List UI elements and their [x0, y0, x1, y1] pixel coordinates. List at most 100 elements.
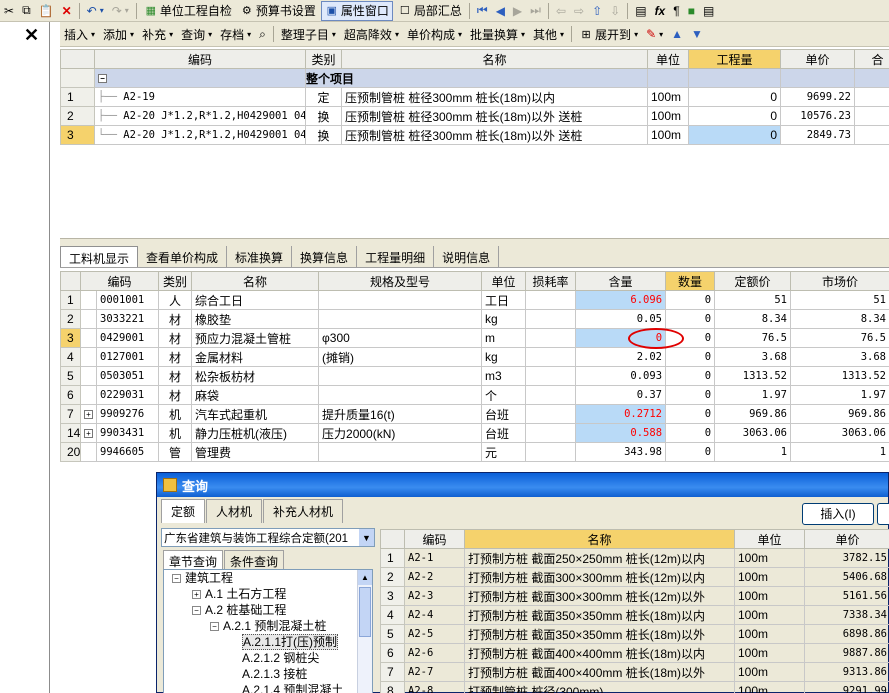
col-code[interactable]: 编码 [94, 49, 306, 69]
col-loss[interactable]: 损耗率 [525, 271, 577, 291]
paint-icon[interactable]: ✎ ▾ [643, 24, 666, 44]
arrow-left-icon[interactable]: ⇦ [553, 1, 569, 21]
quota-row[interactable]: 8 A2-8 打预制管桩 桩径(300mm) 100m 9291.99 [380, 681, 889, 693]
height-reduction-menu[interactable]: 超高降效 ▾ [341, 24, 402, 44]
add-menu[interactable]: 添加 ▾ [100, 24, 137, 44]
col-code[interactable]: 编码 [79, 271, 160, 291]
calculator-icon[interactable]: ▤ [632, 1, 649, 21]
cut-icon[interactable]: ✂ [1, 1, 17, 21]
table-row[interactable]: 6 0229031 材麻袋个 0.37 0 1.97 1.97 [60, 385, 889, 405]
splitter[interactable] [60, 238, 889, 246]
scroll-up-icon[interactable]: ▲ [358, 570, 372, 585]
expand-toggle[interactable]: + [84, 410, 93, 420]
tree-node[interactable]: A.2.1.4 预制混凝土 [164, 682, 372, 693]
tab-standard-conversion[interactable]: 标准换算 [227, 246, 293, 267]
quota-row[interactable]: 1 A2-1 打预制方桩 截面250×250mm 桩长(12m)以内 100m 3782… [380, 548, 889, 568]
table-row[interactable]: 5 0503051 材松杂板枋材 m3 0.093 0 1313.52 1313.52 [60, 366, 889, 386]
tab-unit-price[interactable]: 查看单价构成 [138, 246, 228, 267]
property-window-button[interactable]: ▣ 属性窗口 [320, 0, 393, 21]
col-type[interactable]: 类别 [305, 49, 342, 69]
table-row[interactable]: 1 0001001 人综合工日 工日 6.096 0 51 51 [60, 290, 889, 310]
copy-icon[interactable]: ⧉ [19, 1, 34, 21]
quota-row[interactable]: 3 A2-3 打预制方桩 截面300×300mm 桩长(12m)以外 100m 5161… [380, 586, 889, 606]
tab-description[interactable]: 说明信息 [434, 246, 500, 267]
tree-node[interactable]: − 建筑工程 [164, 570, 372, 586]
redo-icon[interactable]: ↷ ▾ [109, 1, 132, 21]
tab-materials[interactable]: 工料机显示 [60, 246, 139, 267]
library-select[interactable]: 广东省建筑与装饰工程综合定额(201 ▼ [161, 528, 375, 547]
col-market-price[interactable]: 市场价 [790, 271, 889, 291]
collapse-toggle[interactable]: − [98, 74, 107, 84]
cube-icon[interactable]: ■ [685, 1, 698, 21]
col-name[interactable]: 名称 [341, 49, 648, 69]
expand-to-menu[interactable]: ⊞ 展开到 ▾ [576, 24, 641, 44]
budget-settings-button[interactable]: ⚙ 预算书设置 [237, 1, 319, 21]
dialog-titlebar[interactable]: 查询 [157, 473, 888, 497]
table-row[interactable]: 2 ├── A2-20 J*1.2,R*1.2,H0429001 04 换 压预… [60, 106, 889, 126]
partial-summary-toggle[interactable]: ☐ 局部汇总 [395, 1, 465, 21]
col-content[interactable]: 含量 [575, 271, 667, 291]
chevron-down-icon[interactable]: ▼ [359, 529, 374, 546]
col-quota-price[interactable]: 定额价 [714, 271, 792, 291]
close-icon[interactable]: ✕ [24, 25, 39, 46]
quota-row[interactable]: 5 A2-5 打预制方桩 截面350×350mm 桩长(18m)以外 100m 6898… [380, 624, 889, 644]
table-row[interactable]: 20 9946605 管管理费元 343.98 0 1 1 [60, 442, 889, 462]
insert-menu[interactable]: 插入 ▾ [61, 24, 98, 44]
organize-menu[interactable]: 整理子目 ▾ [278, 24, 339, 44]
scroll-thumb[interactable] [359, 587, 371, 637]
col-amount[interactable]: 数量 [665, 271, 716, 291]
tree-node-selected[interactable]: A.2.1.1打(压)预制 [164, 634, 372, 650]
arrow-down-icon[interactable]: ⇩ [607, 1, 623, 21]
move-up-icon[interactable]: ▲ [668, 24, 686, 44]
col-name[interactable]: 名称 [191, 271, 320, 291]
delete-icon[interactable]: ✕ [59, 1, 75, 21]
tree-node[interactable]: A.2.1.3 接桩 [164, 666, 372, 682]
tab-labor-material[interactable]: 人材机 [206, 499, 263, 523]
batch-convert-menu[interactable]: 批量换算 ▾ [467, 24, 528, 44]
col-quantity[interactable]: 工程量 [688, 49, 781, 69]
col-total[interactable]: 合 [854, 49, 889, 69]
table-row[interactable]: 2 3033221 材橡胶垫 kg 0.05 0 8.34 8.34 [60, 309, 889, 329]
first-icon[interactable]: ⏮ [474, 1, 491, 21]
quota-row[interactable]: 2 A2-2 打预制方桩 截面300×300mm 桩长(12m)以内 100m 5406… [380, 567, 889, 587]
tree-node[interactable]: − A.2.1 预制混凝土桩 [164, 618, 372, 634]
col-unit[interactable]: 单位 [647, 49, 689, 69]
formula-icon[interactable]: fx [652, 1, 669, 21]
tree-node[interactable]: + A.1 土石方工程 [164, 586, 372, 602]
unit-price-menu[interactable]: 单价构成 ▾ [404, 24, 465, 44]
tab-supplement-material[interactable]: 补充人材机 [263, 499, 344, 523]
col-type[interactable]: 类别 [158, 271, 193, 291]
more-button[interactable] [877, 503, 889, 525]
paste-icon[interactable]: 📋 [36, 1, 57, 21]
table-row[interactable]: 1 ├── A2-19 定 压预制管桩 桩径300mm 桩长(18m)以内 10… [60, 87, 889, 107]
tree-scrollbar[interactable]: ▲ [357, 570, 372, 693]
quota-row[interactable]: 6 A2-6 打预制方桩 截面400×400mm 桩长(18m)以内 100m 9887… [380, 643, 889, 663]
table-row-selected[interactable]: 3 └── A2-20 J*1.2,R*1.2,H0429001 04 换 压预… [60, 125, 889, 145]
tab-quantity-detail[interactable]: 工程量明细 [357, 246, 435, 267]
other-menu[interactable]: 其他 ▾ [530, 24, 567, 44]
last-icon[interactable]: ⏭ [527, 1, 544, 21]
paragraph-icon[interactable]: ¶ [670, 1, 682, 21]
next-icon[interactable]: ▶ [510, 1, 525, 21]
col-price[interactable]: 单价 [780, 49, 855, 69]
table-row[interactable]: 14 +9903431 机静力压桩机(液压) 压力2000(kN) 台班 0.588 0 30… [60, 423, 889, 443]
col-spec[interactable]: 规格及型号 [318, 271, 483, 291]
arrow-right-icon[interactable]: ⇨ [571, 1, 587, 21]
quota-row[interactable]: 4 A2-4 打预制方桩 截面350×350mm 桩长(18m)以内 100m 7338… [380, 605, 889, 625]
col-price[interactable]: 单价 [804, 529, 889, 549]
col-unit[interactable]: 单位 [481, 271, 527, 291]
quota-row[interactable]: 7 A2-7 打预制方桩 截面400×400mm 桩长(18m)以外 100m 9313… [380, 662, 889, 682]
archive-menu[interactable]: 存档 ▾ [217, 24, 254, 44]
expand-toggle[interactable]: + [84, 429, 93, 439]
col-unit[interactable]: 单位 [734, 529, 805, 549]
arrow-up-icon[interactable]: ⇧ [589, 1, 605, 21]
query-menu[interactable]: 查询 ▾ [178, 24, 215, 44]
table-row[interactable]: 7 +9909276 机汽车式起重机 提升质量16(t) 台班 0.2712 0 969.86… [60, 404, 889, 424]
move-down-icon[interactable]: ▼ [688, 24, 706, 44]
col-name[interactable]: 名称 [464, 529, 735, 549]
self-check-button[interactable]: ▦ 单位工程自检 [141, 1, 235, 21]
binoculars-icon[interactable]: ⌕ [256, 24, 269, 44]
supplement-menu[interactable]: 补充 ▾ [139, 24, 176, 44]
table-row-selected[interactable]: 3 0429001 材预应力混凝土管桩 φ300 m 0 0 76.5 76.5 [60, 328, 889, 348]
group-row[interactable]: − 整个项目 [60, 68, 889, 88]
